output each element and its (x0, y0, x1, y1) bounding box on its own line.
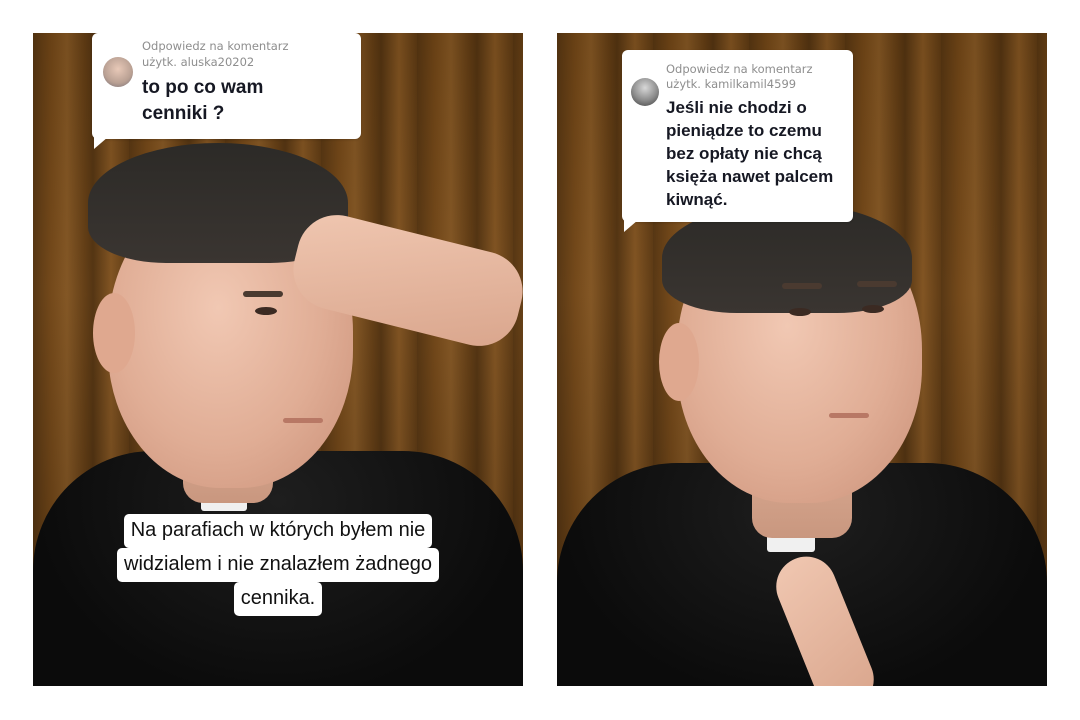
collage: Odpowiedz na komentarz użytk. aluska2020… (0, 0, 1080, 720)
reply-text-line: Jeśli nie chodzi o (666, 98, 807, 117)
video-frame-right: Odpowiedz na komentarz użytk. kamilkamil… (557, 33, 1047, 686)
eye (255, 307, 277, 315)
caption-line: cennika. (233, 582, 323, 616)
comment-reply-bubble[interactable]: Odpowiedz na komentarz użytk. aluska2020… (92, 33, 361, 149)
reply-text-line: kiwnąć. (666, 190, 728, 209)
mouth (829, 413, 869, 418)
eye (789, 308, 811, 316)
video-frame-left: Odpowiedz na komentarz użytk. aluska2020… (33, 33, 523, 686)
reply-text-line: cenniki ? (142, 103, 225, 124)
video-caption: Na parafiach w których byłem nie widzial… (33, 514, 523, 616)
reply-text-line: to po co wam (142, 77, 264, 98)
ear (93, 293, 135, 373)
eyebrow (243, 291, 283, 297)
comment-reply-bubble[interactable]: Odpowiedz na komentarz użytk. kamilkamil… (622, 50, 853, 232)
mouth (283, 418, 323, 423)
eyebrow (857, 281, 897, 287)
eye (862, 305, 884, 313)
caption-line: widzialem i nie znalazłem żadnego (117, 548, 439, 582)
reply-header-line-2: użytk. kamilkamil4599 (666, 77, 797, 91)
reply-text-line: bez opłaty nie chcą (666, 144, 822, 163)
reply-header-line-2: użytk. aluska20202 (142, 55, 255, 69)
reply-text-line: księża nawet palcem (666, 167, 834, 186)
caption-line: Na parafiach w których byłem nie (123, 514, 433, 548)
commenter-avatar[interactable] (631, 78, 659, 106)
ear (659, 323, 699, 401)
eyebrow (782, 283, 822, 289)
commenter-avatar[interactable] (103, 57, 133, 87)
reply-header-line-1: Odpowiedz na komentarz (142, 39, 289, 53)
reply-text-line: pieniądze to czemu (666, 121, 822, 140)
reply-header-line-1: Odpowiedz na komentarz (666, 62, 813, 76)
